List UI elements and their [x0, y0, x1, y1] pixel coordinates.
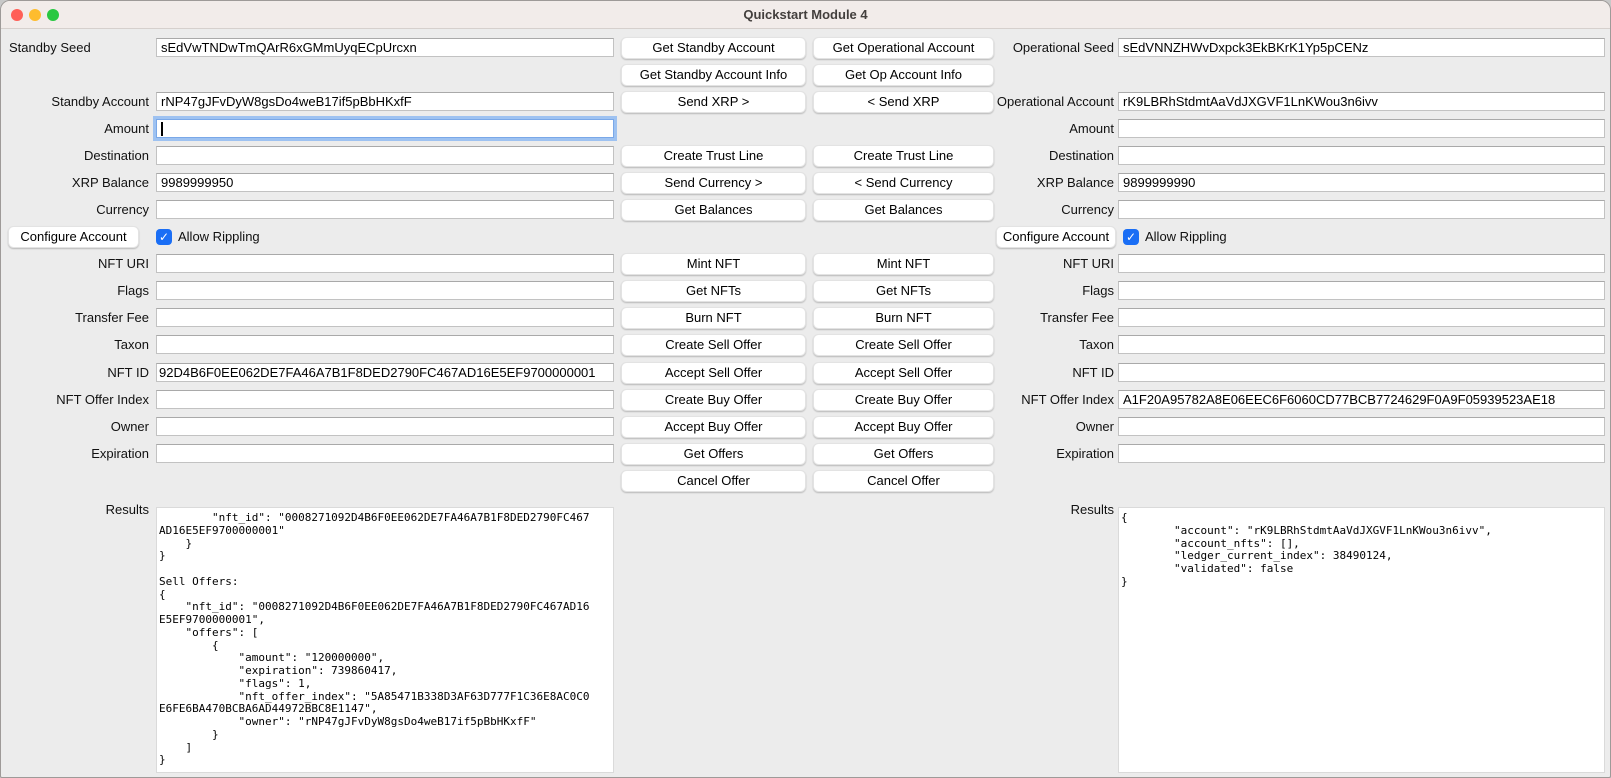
get-standby-account-button[interactable]: Get Standby Account — [621, 37, 806, 59]
standby-accept-buy-offer-button[interactable]: Accept Buy Offer — [621, 416, 806, 438]
op-account-field[interactable]: rK9LBRhStdmtAaVdJXGVF1LnKWou3n6ivv — [1118, 92, 1605, 111]
standby-mint-nft-button[interactable]: Mint NFT — [621, 253, 806, 275]
op-results-textarea[interactable]: { "account": "rK9LBRhStdmtAaVdJXGVF1LnKW… — [1118, 507, 1605, 773]
standby-nft-id-field[interactable]: 92D4B6F0EE062DE7FA46A7B1F8DED2790FC467AD… — [156, 363, 614, 382]
check-icon: ✓ — [1126, 230, 1136, 244]
standby-get-balances-button[interactable]: Get Balances — [621, 199, 806, 221]
standby-nft-offer-index-label: NFT Offer Index — [1, 390, 149, 409]
standby-xrp-balance-field[interactable]: 9989999950 — [156, 173, 614, 192]
standby-taxon-label: Taxon — [1, 335, 149, 354]
standby-account-label: Standby Account — [1, 92, 149, 111]
standby-allow-rippling-checkbox[interactable]: ✓ — [156, 229, 172, 245]
op-currency-field[interactable] — [1118, 200, 1605, 219]
standby-amount-label: Amount — [1, 119, 149, 138]
standby-owner-label: Owner — [1, 417, 149, 436]
op-configure-account-button[interactable]: Configure Account — [996, 226, 1116, 248]
op-taxon-field[interactable] — [1118, 335, 1605, 354]
get-op-account-info-button[interactable]: Get Op Account Info — [813, 64, 994, 86]
op-amount-label: Amount — [956, 119, 1114, 138]
app-window: Quickstart Module 4 Standby Seed sEdVwTN… — [0, 0, 1611, 778]
standby-flags-label: Flags — [1, 281, 149, 300]
send-xrp-right-button[interactable]: Send XRP > — [621, 91, 806, 113]
text-cursor — [161, 122, 163, 136]
standby-amount-field[interactable] — [156, 119, 614, 138]
op-currency-label: Currency — [956, 200, 1114, 219]
op-owner-label: Owner — [956, 417, 1114, 436]
op-amount-field[interactable] — [1118, 119, 1605, 138]
op-results-label: Results — [956, 500, 1114, 519]
op-nft-offer-index-label: NFT Offer Index — [956, 390, 1114, 409]
op-xrp-balance-label: XRP Balance — [956, 173, 1114, 192]
op-flags-label: Flags — [956, 281, 1114, 300]
op-expiration-label: Expiration — [956, 444, 1114, 463]
op-allow-rippling-label: Allow Rippling — [1145, 228, 1227, 246]
standby-results-textarea[interactable]: "nft_id": "0008271092D4B6F0EE062DE7FA46A… — [156, 507, 614, 773]
standby-results-label: Results — [1, 500, 149, 519]
op-nft-id-label: NFT ID — [956, 363, 1114, 382]
op-transfer-fee-label: Transfer Fee — [956, 308, 1114, 327]
standby-create-buy-offer-button[interactable]: Create Buy Offer — [621, 389, 806, 411]
standby-account-field[interactable]: rNP47gJFvDyW8gsDo4weB17if5pBbHKxfF — [156, 92, 614, 111]
standby-nft-offer-index-field[interactable] — [156, 390, 614, 409]
standby-get-nfts-button[interactable]: Get NFTs — [621, 280, 806, 302]
title-bar: Quickstart Module 4 — [1, 1, 1610, 29]
standby-xrp-balance-label: XRP Balance — [1, 173, 149, 192]
standby-taxon-field[interactable] — [156, 335, 614, 354]
op-nft-offer-index-field[interactable]: A1F20A95782A8E06EEC6F6060CD77BCB7724629F… — [1118, 390, 1605, 409]
standby-burn-nft-button[interactable]: Burn NFT — [621, 307, 806, 329]
standby-seed-field[interactable]: sEdVwTNDwTmQArR6xGMmUyqECpUrcxn — [156, 38, 614, 57]
standby-transfer-fee-field[interactable] — [156, 308, 614, 327]
op-xrp-balance-field[interactable]: 9899999990 — [1118, 173, 1605, 192]
standby-transfer-fee-label: Transfer Fee — [1, 308, 149, 327]
standby-get-offers-button[interactable]: Get Offers — [621, 443, 806, 465]
standby-destination-label: Destination — [1, 146, 149, 165]
standby-expiration-field[interactable] — [156, 444, 614, 463]
op-destination-field[interactable] — [1118, 146, 1605, 165]
window-title: Quickstart Module 4 — [1, 1, 1610, 29]
standby-expiration-label: Expiration — [1, 444, 149, 463]
standby-nft-id-label: NFT ID — [1, 363, 149, 382]
op-nft-id-field[interactable] — [1118, 363, 1605, 382]
op-nft-uri-field[interactable] — [1118, 254, 1605, 273]
op-owner-field[interactable] — [1118, 417, 1605, 436]
op-taxon-label: Taxon — [956, 335, 1114, 354]
op-nft-uri-label: NFT URI — [956, 254, 1114, 273]
standby-currency-field[interactable] — [156, 200, 614, 219]
op-expiration-field[interactable] — [1118, 444, 1605, 463]
op-transfer-fee-field[interactable] — [1118, 308, 1605, 327]
standby-accept-sell-offer-button[interactable]: Accept Sell Offer — [621, 362, 806, 384]
standby-destination-field[interactable] — [156, 146, 614, 165]
check-icon: ✓ — [159, 230, 169, 244]
get-standby-account-info-button[interactable]: Get Standby Account Info — [621, 64, 806, 86]
op-cancel-offer-button[interactable]: Cancel Offer — [813, 470, 994, 492]
send-currency-right-button[interactable]: Send Currency > — [621, 172, 806, 194]
standby-create-trust-line-button[interactable]: Create Trust Line — [621, 145, 806, 167]
op-account-label: Operational Account — [956, 92, 1114, 111]
op-seed-label: Operational Seed — [956, 38, 1114, 57]
standby-flags-field[interactable] — [156, 281, 614, 300]
standby-create-sell-offer-button[interactable]: Create Sell Offer — [621, 334, 806, 356]
standby-nft-uri-field[interactable] — [156, 254, 614, 273]
op-seed-field[interactable]: sEdVNNZHWvDxpck3EkBKrK1Yp5pCENz — [1118, 38, 1605, 57]
op-destination-label: Destination — [956, 146, 1114, 165]
standby-nft-uri-label: NFT URI — [1, 254, 149, 273]
op-flags-field[interactable] — [1118, 281, 1605, 300]
standby-configure-account-button[interactable]: Configure Account — [8, 226, 139, 248]
standby-allow-rippling-label: Allow Rippling — [178, 228, 260, 246]
standby-currency-label: Currency — [1, 200, 149, 219]
standby-seed-label: Standby Seed — [9, 38, 149, 57]
standby-owner-field[interactable] — [156, 417, 614, 436]
op-allow-rippling-checkbox[interactable]: ✓ — [1123, 229, 1139, 245]
standby-cancel-offer-button[interactable]: Cancel Offer — [621, 470, 806, 492]
